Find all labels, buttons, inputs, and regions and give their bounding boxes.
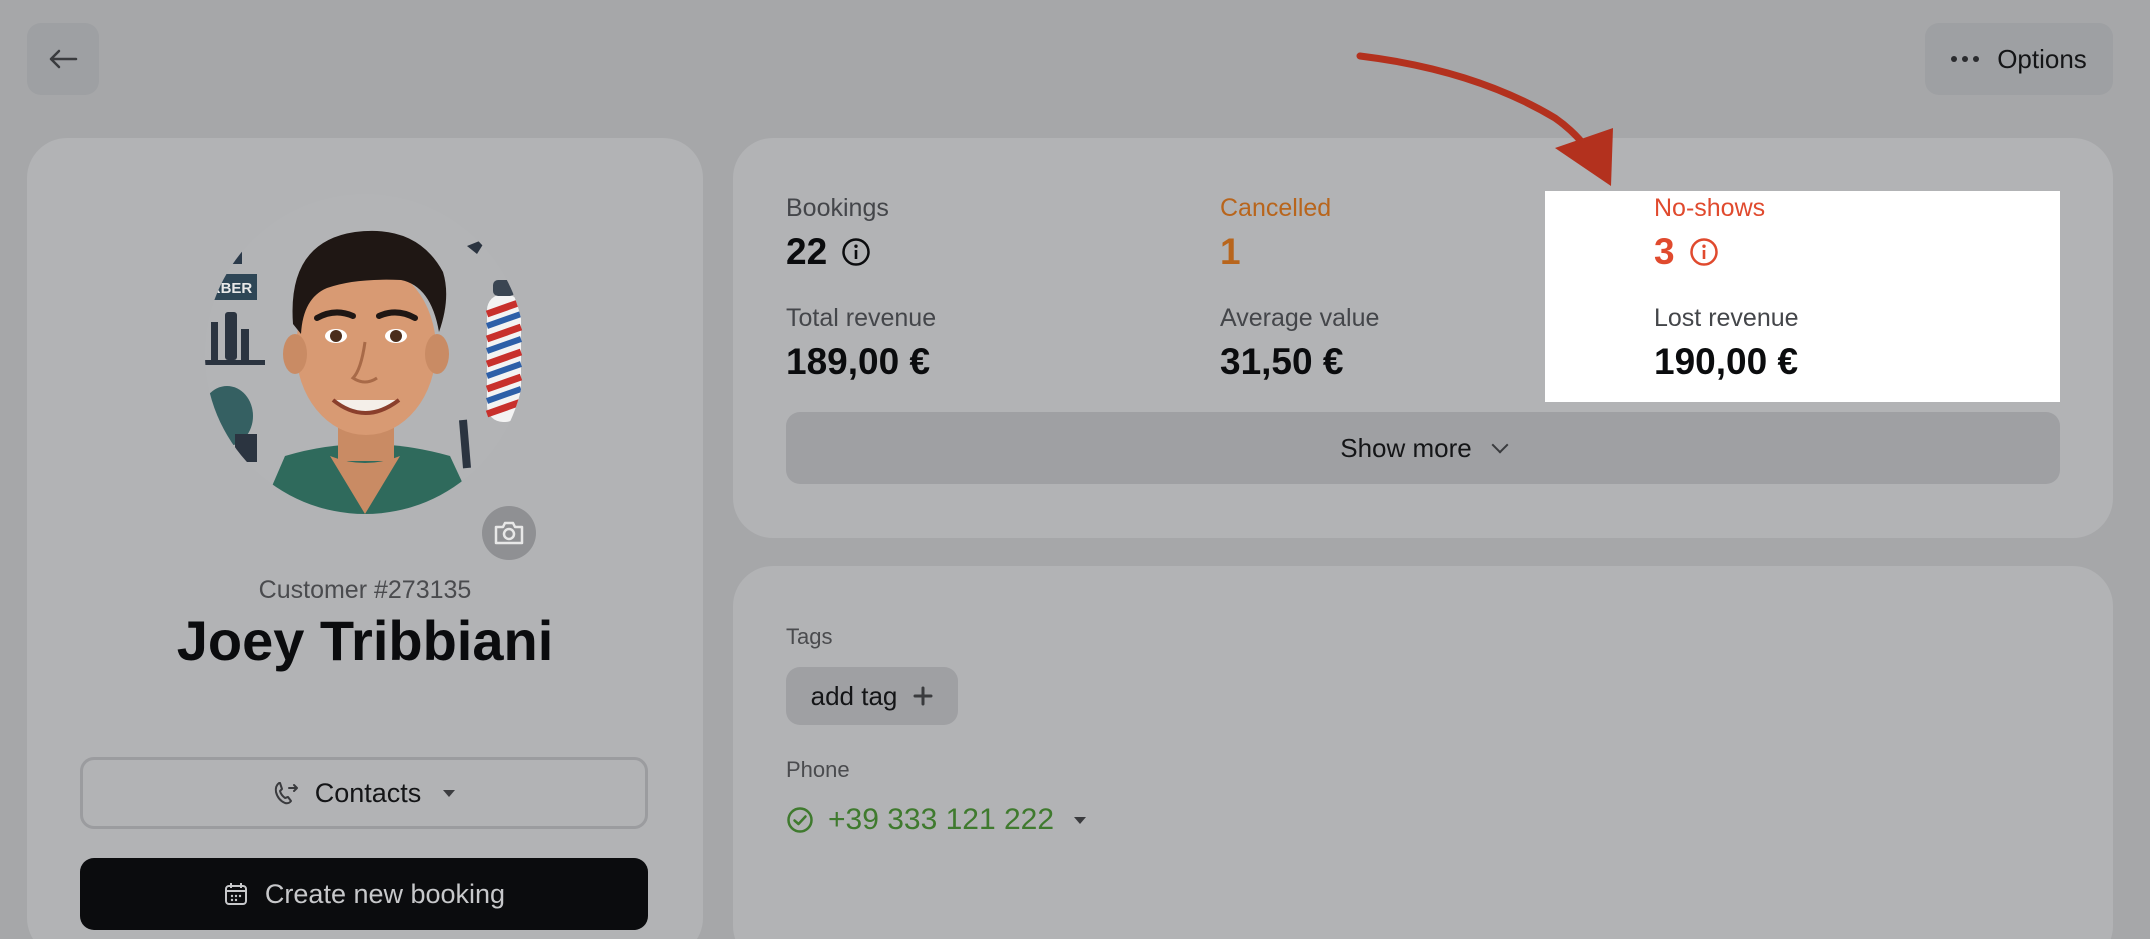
options-button[interactable]: Options xyxy=(1925,23,2113,95)
create-booking-button[interactable]: Create new booking xyxy=(80,858,648,930)
tags-label: Tags xyxy=(786,624,833,649)
total-revenue-value: 189,00 € xyxy=(786,341,931,382)
caret-down-icon[interactable] xyxy=(1074,816,1087,824)
customer-number: Customer #273135 xyxy=(258,576,472,604)
show-more-button[interactable]: Show more xyxy=(786,412,2060,484)
average-value-label: Average value xyxy=(1220,304,1380,332)
contacts-dropdown[interactable]: Contacts xyxy=(80,757,648,829)
change-photo-button[interactable] xyxy=(482,506,536,560)
caret-down-icon xyxy=(443,789,456,797)
stat-no-shows: No-shows 3 xyxy=(1654,194,1765,273)
profile-card: RBER Customer #273135 Joey Tribbiani Con… xyxy=(27,138,703,939)
info-icon[interactable] xyxy=(841,237,871,267)
chevron-down-icon xyxy=(1491,436,1509,454)
back-arrow-icon xyxy=(49,49,78,69)
avatar[interactable]: RBER xyxy=(205,194,525,514)
stat-cancelled: Cancelled 1 xyxy=(1220,194,1331,273)
details-card: Tags add tag Phone +39 333 121 222 xyxy=(733,566,2113,939)
stats-content: Bookings 22 Cancelled 1 No-shows 3 Total xyxy=(733,138,2113,538)
avatar-container: RBER xyxy=(205,194,536,560)
phone-value: +39 333 121 222 xyxy=(828,803,1055,836)
add-tag-label: add tag xyxy=(810,680,898,711)
avatar-sign-text: RBER xyxy=(210,280,253,297)
back-button[interactable] xyxy=(27,23,99,95)
average-value-value: 31,50 € xyxy=(1220,341,1344,382)
total-revenue-label: Total revenue xyxy=(786,304,937,332)
cancelled-value: 1 xyxy=(1220,231,1241,272)
contacts-icon xyxy=(274,782,298,805)
annotation-arrow-icon xyxy=(1356,52,1613,186)
check-circle-icon xyxy=(787,807,813,833)
no-shows-label: No-shows xyxy=(1654,194,1766,222)
lost-revenue-label: Lost revenue xyxy=(1654,304,1799,332)
options-label: Options xyxy=(1997,43,2087,74)
cancelled-label: Cancelled xyxy=(1220,194,1332,222)
more-dots-icon xyxy=(1951,56,1980,62)
lost-revenue-value: 190,00 € xyxy=(1654,341,1799,382)
stat-total-revenue: Total revenue 189,00 € xyxy=(786,304,936,383)
stat-lost-revenue: Lost revenue 190,00 € xyxy=(1654,304,1799,383)
phone-label: Phone xyxy=(786,757,850,782)
info-icon[interactable] xyxy=(1689,237,1719,267)
contacts-label: Contacts xyxy=(314,777,422,808)
create-booking-label: Create new booking xyxy=(264,878,506,909)
no-shows-value: 3 xyxy=(1654,231,1675,272)
bookings-label: Bookings xyxy=(786,194,889,222)
camera-icon xyxy=(494,521,524,545)
calendar-icon xyxy=(224,883,247,905)
bookings-value: 22 xyxy=(786,231,828,272)
stat-average-value: Average value 31,50 € xyxy=(1220,304,1379,383)
phone-row[interactable]: +39 333 121 222 xyxy=(786,803,1087,837)
add-tag-button[interactable]: add tag xyxy=(786,667,958,725)
plus-icon xyxy=(913,686,933,706)
stat-bookings: Bookings 22 xyxy=(786,194,889,273)
customer-name: Joey Tribbiani xyxy=(176,609,554,672)
show-more-label: Show more xyxy=(1340,432,1472,463)
